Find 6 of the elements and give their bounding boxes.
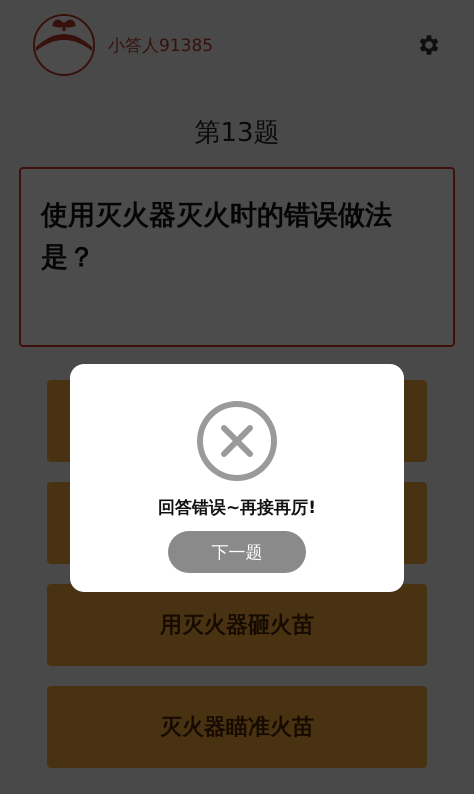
next-question-button[interactable]: 下一题 [168, 531, 306, 573]
username: 小答人91385 [108, 34, 214, 56]
question-text: 使用灭火器灭火时的错误做法是？ [41, 199, 393, 275]
question-number: 第13题 [193, 117, 281, 149]
result-message: 回答错误~再接再厉! [158, 497, 316, 519]
wrong-icon [196, 400, 278, 482]
